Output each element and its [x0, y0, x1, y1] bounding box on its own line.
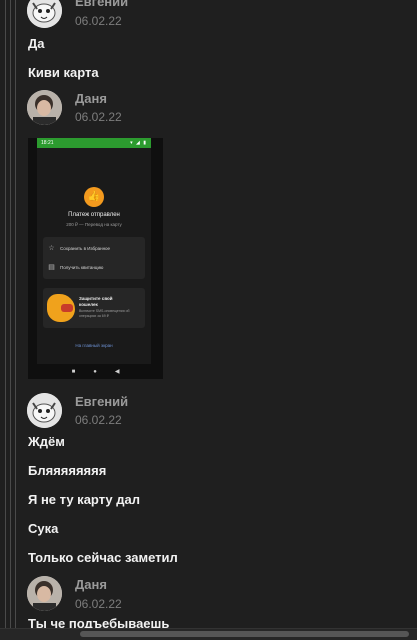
message-text: Сука: [28, 521, 59, 536]
receipt-action-label: Получить квитанцию: [60, 264, 104, 270]
circle-icon: ●: [93, 368, 97, 375]
avatar-evgeny[interactable]: [27, 0, 62, 28]
phone-nav-bar: ■ ● ◀: [28, 364, 163, 379]
payment-subtitle: 200 ₽ — Перевод на карту: [66, 222, 122, 227]
horizontal-scrollbar[interactable]: [0, 628, 417, 640]
favorite-action: ☆ Сохранить в Избранное: [47, 240, 110, 256]
thread-rail: [5, 0, 6, 640]
attached-screenshot[interactable]: 18:21 ▾ ◢ ▮ 👍 Платеж отправлен 200 ₽ — П…: [28, 138, 163, 379]
message-text: Да: [28, 36, 45, 51]
phone-screen: 18:21 ▾ ◢ ▮ 👍 Платеж отправлен 200 ₽ — П…: [37, 138, 151, 364]
status-icons: ▾ ◢ ▮: [130, 140, 147, 146]
home-link: На главный экран: [75, 343, 113, 348]
promo-description: Включите SMS-оповещения об операциях за …: [79, 309, 130, 318]
post-author[interactable]: Евгений: [75, 394, 128, 409]
avatar-danya[interactable]: [27, 576, 62, 611]
post-author[interactable]: Даня: [75, 577, 107, 592]
avatar-danya[interactable]: [27, 90, 62, 125]
favorite-action-label: Сохранить в Избранное: [60, 245, 111, 251]
post-author[interactable]: Евгений: [75, 0, 128, 9]
thumbs-up-icon: 👍: [84, 187, 104, 207]
receipt-action: ▤ Получить квитанцию: [47, 259, 103, 275]
payment-title: Платеж отправлен: [68, 212, 120, 218]
wallet-illustration: [47, 294, 75, 322]
message-text: Только сейчас заметил: [28, 550, 178, 565]
post-date: 06.02.22: [75, 413, 122, 427]
square-icon: ■: [71, 368, 76, 375]
post-date: 06.02.22: [75, 14, 122, 28]
payment-actions: ☆ Сохранить в Избранное ▤ Получить квита…: [43, 237, 145, 279]
message-text: Бляяяяяяяя: [28, 463, 107, 478]
receipt-icon: ▤: [48, 263, 55, 271]
back-triangle-icon: ◀: [114, 369, 120, 375]
thread-rail: [10, 0, 11, 640]
post-author[interactable]: Даня: [75, 91, 107, 106]
message-text: Киви карта: [28, 65, 99, 80]
avatar-evgeny[interactable]: [27, 393, 62, 428]
promo-card: Защитите свой кошелек Включите SMS-опове…: [43, 288, 145, 328]
phone-status-bar: 18:21 ▾ ◢ ▮: [37, 138, 151, 148]
star-icon: ☆: [48, 244, 55, 252]
promo-title: Защитите свой кошелек: [79, 296, 113, 307]
scrollbar-thumb[interactable]: [80, 631, 409, 637]
message-text: Я не ту карту дал: [28, 492, 140, 507]
message-text: Ждём: [28, 434, 65, 449]
post-date: 06.02.22: [75, 110, 122, 124]
status-time: 18:21: [41, 140, 54, 146]
post-date: 06.02.22: [75, 597, 122, 611]
thread-rail: [15, 0, 16, 640]
